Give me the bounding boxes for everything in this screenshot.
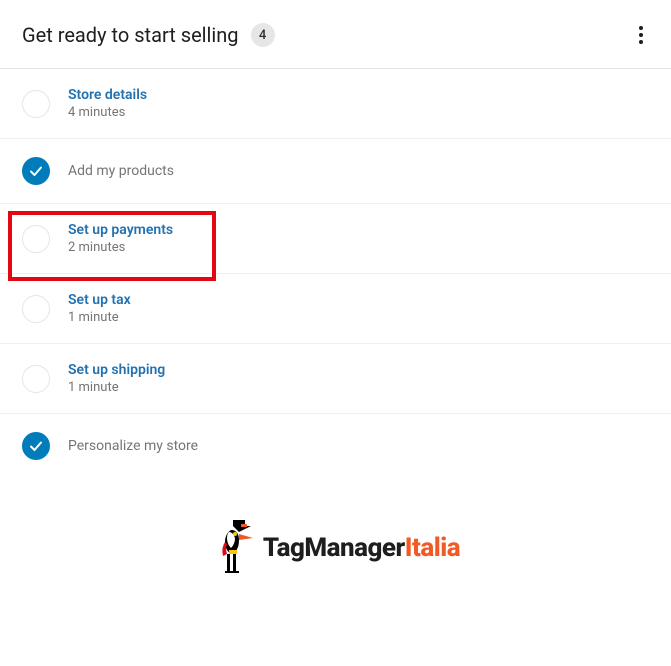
task-title: Set up tax <box>68 292 131 308</box>
task-title: Set up shipping <box>68 362 165 378</box>
logo-text-secondary: Italia <box>405 533 460 563</box>
task-duration: 4 minutes <box>68 105 147 120</box>
task-status-circle <box>22 225 50 253</box>
task-body: Set up tax 1 minute <box>68 292 131 325</box>
header-left: Get ready to start selling 4 <box>22 23 275 47</box>
logo-text-wrap: TagManagerItalia <box>263 533 460 563</box>
brand-logo: TagManagerItalia <box>211 518 460 578</box>
task-setup-shipping[interactable]: Set up shipping 1 minute <box>0 344 671 414</box>
check-icon <box>29 439 43 453</box>
task-status-circle <box>22 432 50 460</box>
task-list: Store details 4 minutes Add my products … <box>0 69 671 478</box>
more-options-button[interactable] <box>633 20 649 50</box>
task-store-details[interactable]: Store details 4 minutes <box>0 69 671 139</box>
task-status-circle <box>22 90 50 118</box>
task-title: Set up payments <box>68 222 173 238</box>
task-body: Set up shipping 1 minute <box>68 362 165 395</box>
task-personalize-store[interactable]: Personalize my store <box>0 414 671 478</box>
task-body: Add my products <box>68 163 174 179</box>
task-duration: 1 minute <box>68 380 165 395</box>
task-status-circle <box>22 295 50 323</box>
task-title: Add my products <box>68 163 174 179</box>
task-body: Personalize my store <box>68 438 198 454</box>
onboarding-header: Get ready to start selling 4 <box>0 0 671 69</box>
task-setup-payments[interactable]: Set up payments 2 minutes <box>0 204 671 274</box>
logo-area: TagManagerItalia <box>0 478 671 608</box>
task-status-circle <box>22 157 50 185</box>
task-body: Store details 4 minutes <box>68 87 147 120</box>
task-add-products[interactable]: Add my products <box>0 139 671 204</box>
remaining-count-badge: 4 <box>251 23 275 47</box>
page-title: Get ready to start selling <box>22 23 239 47</box>
task-duration: 1 minute <box>68 310 131 325</box>
task-body: Set up payments 2 minutes <box>68 222 173 255</box>
task-setup-tax[interactable]: Set up tax 1 minute <box>0 274 671 344</box>
logo-text-primary: TagManager <box>263 533 405 563</box>
task-duration: 2 minutes <box>68 240 173 255</box>
task-title: Personalize my store <box>68 438 198 454</box>
check-icon <box>29 164 43 178</box>
more-vertical-icon <box>639 26 643 44</box>
task-status-circle <box>22 365 50 393</box>
woodpecker-icon <box>211 518 257 578</box>
task-title: Store details <box>68 87 147 103</box>
